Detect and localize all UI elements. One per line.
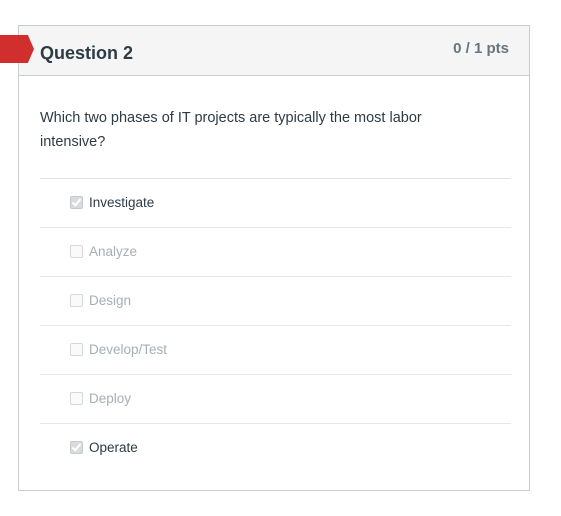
question-points: 0 / 1 pts [453,40,509,57]
answer-label: Analyze [89,244,138,259]
answer-option[interactable]: Operate [40,424,511,472]
answer-checkbox[interactable] [70,392,83,405]
answer-checkbox[interactable] [70,196,83,209]
question-text: Which two phases of IT projects are typi… [40,110,422,150]
question-header: Question 2 0 / 1 pts [19,26,529,76]
answer-option[interactable]: Develop/Test [40,326,511,375]
answer-option[interactable]: Investigate [40,179,511,228]
answer-option[interactable]: Design [40,277,511,326]
answer-checkbox[interactable] [70,343,83,356]
question-card: Question 2 0 / 1 pts Which two phases of… [18,25,530,491]
answer-list: Investigate Analyze Design Develop/Test … [40,178,511,472]
answer-checkbox[interactable] [70,441,83,454]
answer-label: Develop/Test [89,342,168,357]
answer-checkbox[interactable] [70,294,83,307]
answer-label: Design [89,293,132,308]
quiz-page: Question 2 0 / 1 pts Which two phases of… [0,0,561,516]
answer-option[interactable]: Deploy [40,375,511,424]
question-flag-icon [0,35,34,63]
question-title: Question 2 [40,43,134,63]
answer-label: Deploy [89,391,132,406]
answer-option[interactable]: Analyze [40,228,511,277]
answer-label: Operate [89,440,138,455]
answer-label: Investigate [89,195,155,210]
answer-checkbox[interactable] [70,245,83,258]
